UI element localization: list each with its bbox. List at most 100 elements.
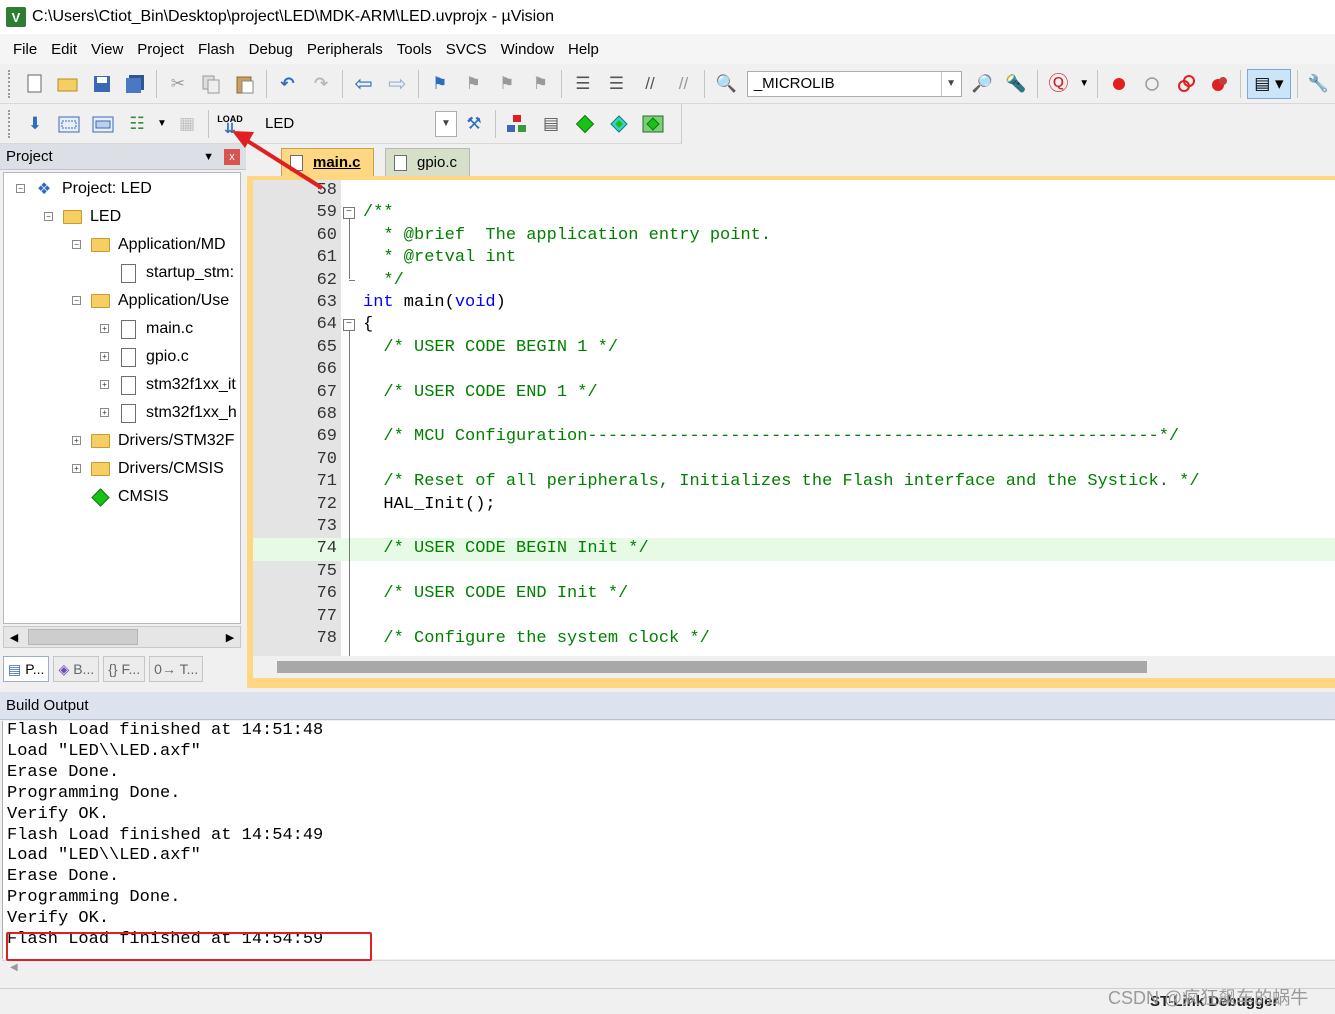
tree-item[interactable]: Drivers/CMSIS (90, 455, 224, 483)
scroll-left-icon[interactable]: ◀ (4, 627, 24, 647)
tab-gpio-c[interactable]: gpio.c (385, 148, 471, 176)
comment-icon[interactable]: // (635, 69, 665, 99)
code-editor[interactable]: 58 59−/** 60 * @brief The application entr… (253, 180, 1335, 656)
code-line[interactable]: 71 /* Reset of all peripherals, Initiali… (253, 471, 1335, 493)
code-line[interactable]: 67 /* USER CODE END 1 */ (253, 382, 1335, 404)
software-components-icon[interactable] (638, 109, 668, 139)
tree-item[interactable]: Drivers/STM32F (90, 427, 234, 455)
code-line[interactable]: 61 * @retval int (253, 247, 1335, 269)
code-line[interactable]: 62 */ (253, 270, 1335, 292)
code-line[interactable]: 76 /* USER CODE END Init */ (253, 583, 1335, 605)
menu-help[interactable]: Help (561, 37, 606, 62)
project-tree-scrollbar[interactable]: ◀ ▶ (3, 626, 241, 648)
stop-build-icon[interactable]: ▦ (172, 109, 202, 139)
incremental-find-icon[interactable]: 🔦 (1001, 69, 1031, 99)
load-download-icon[interactable]: LOAD ⇊ (215, 109, 245, 139)
editor-scrollbar[interactable] (253, 656, 1335, 678)
batch-build-icon[interactable]: ☷ (122, 109, 152, 139)
save-all-icon[interactable] (121, 69, 151, 99)
window-layout-icon[interactable]: ▤ ▾ (1247, 68, 1291, 99)
code-line[interactable]: 60 * @brief The application entry point. (253, 225, 1335, 247)
tree-expand-toggle[interactable]: + (72, 464, 81, 473)
tab-functions[interactable]: {} F... (103, 656, 146, 682)
indent-icon[interactable]: ☰ (568, 69, 598, 99)
paste-icon[interactable] (230, 69, 260, 99)
cut-icon[interactable]: ✂ (163, 69, 193, 99)
menu-view[interactable]: View (84, 37, 130, 62)
tree-item[interactable]: startup_stm: (118, 259, 234, 287)
tree-expand-toggle[interactable]: + (100, 408, 109, 417)
code-line[interactable]: 74 /* USER CODE BEGIN Init */ (253, 538, 1335, 561)
rebuild-icon[interactable] (88, 109, 118, 139)
scroll-left-icon[interactable]: ◀ (10, 962, 18, 973)
build-output-scrollbar[interactable]: ◀ (2, 960, 1335, 978)
open-folder-icon[interactable] (54, 69, 84, 99)
manage-project-items-icon[interactable] (502, 109, 532, 139)
menu-debug[interactable]: Debug (242, 37, 300, 62)
tree-item[interactable]: CMSIS (90, 483, 169, 511)
code-line[interactable]: 63 int main(void) (253, 292, 1335, 314)
tree-item[interactable]: stm32f1xx_h (118, 399, 237, 427)
disable-breakpoint-icon[interactable] (1138, 69, 1168, 99)
tree-expand-toggle[interactable]: − (72, 296, 81, 305)
menu-peripherals[interactable]: Peripherals (300, 37, 390, 62)
prev-bookmark-icon[interactable]: ⚑ (458, 69, 488, 99)
tree-item[interactable]: LED (62, 203, 121, 231)
code-line[interactable]: 70 (253, 449, 1335, 471)
clear-bookmarks-icon[interactable]: ⚑ (526, 69, 556, 99)
toolbar-grip[interactable] (8, 69, 12, 98)
save-icon[interactable] (87, 69, 117, 99)
fold-toggle-icon[interactable]: − (343, 319, 355, 332)
code-line[interactable]: 77 (253, 606, 1335, 628)
code-line[interactable]: 78 /* Configure the system clock */ (253, 628, 1335, 650)
debug-dropdown-icon[interactable]: ▼ (1077, 69, 1091, 99)
scrollbar-thumb[interactable] (277, 661, 1147, 673)
menu-svcs[interactable]: SVCS (439, 37, 494, 62)
pin-icon[interactable]: ▼ (203, 151, 214, 163)
find-in-files-icon[interactable]: 🔍 (711, 69, 741, 99)
select-packs-icon[interactable]: ▤ (536, 109, 566, 139)
target-options-icon[interactable]: ⚒ (459, 109, 489, 139)
tree-expand-toggle[interactable]: − (72, 240, 81, 249)
start-debug-icon[interactable]: Ⓠ (1044, 69, 1074, 99)
chevron-down-icon[interactable]: ▼ (940, 71, 961, 96)
tree-expand-toggle[interactable]: + (72, 436, 81, 445)
tree-item[interactable]: stm32f1xx_it (118, 371, 236, 399)
tree-item[interactable]: Application/Use (90, 287, 229, 315)
code-line[interactable]: 68 (253, 404, 1335, 426)
scroll-right-icon[interactable]: ▶ (220, 627, 240, 647)
tab-main-c[interactable]: main.c (281, 148, 374, 176)
code-line[interactable]: 58 (253, 180, 1335, 202)
translate-icon[interactable]: ⬇ (20, 109, 50, 139)
redo-icon[interactable]: ↷ (306, 69, 336, 99)
tree-item[interactable]: gpio.c (118, 343, 189, 371)
tree-expand-toggle[interactable]: + (100, 380, 109, 389)
copy-icon[interactable] (197, 69, 227, 99)
tab-project[interactable]: ▤ P... (3, 656, 50, 682)
code-line[interactable]: 69 /* MCU Configuration-----------------… (253, 426, 1335, 448)
pack-installer-icon[interactable] (604, 109, 634, 139)
code-line[interactable]: 59−/** (253, 202, 1335, 224)
menu-project[interactable]: Project (130, 37, 191, 62)
tree-expand-toggle[interactable]: + (100, 352, 109, 361)
code-line[interactable]: 66 (253, 359, 1335, 381)
menu-tools[interactable]: Tools (390, 37, 439, 62)
new-file-icon[interactable] (20, 69, 50, 99)
menu-flash[interactable]: Flash (191, 37, 242, 62)
code-line[interactable]: 72 HAL_Init(); (253, 494, 1335, 516)
tree-item[interactable]: ❖ Project: LED (34, 175, 152, 203)
manage-rte-icon[interactable] (570, 109, 600, 139)
fold-toggle-icon[interactable]: − (343, 207, 355, 220)
tree-expand-toggle[interactable]: − (44, 212, 53, 221)
undo-icon[interactable]: ↶ (273, 69, 303, 99)
kill-all-breakpoints-icon[interactable] (1205, 69, 1235, 99)
menu-window[interactable]: Window (494, 37, 561, 62)
tree-item[interactable]: Application/MD (90, 231, 226, 259)
code-line[interactable]: 73 (253, 516, 1335, 538)
tree-expand-toggle[interactable]: − (16, 184, 25, 193)
menu-file[interactable]: File (6, 37, 44, 62)
chevron-down-icon[interactable]: ▼ (436, 112, 456, 136)
navigate-forward-icon[interactable]: ⇨ (382, 69, 412, 99)
find-combo[interactable]: _MICROLIB ▼ (746, 70, 962, 97)
batch-build-dropdown-icon[interactable]: ▼ (156, 109, 168, 139)
